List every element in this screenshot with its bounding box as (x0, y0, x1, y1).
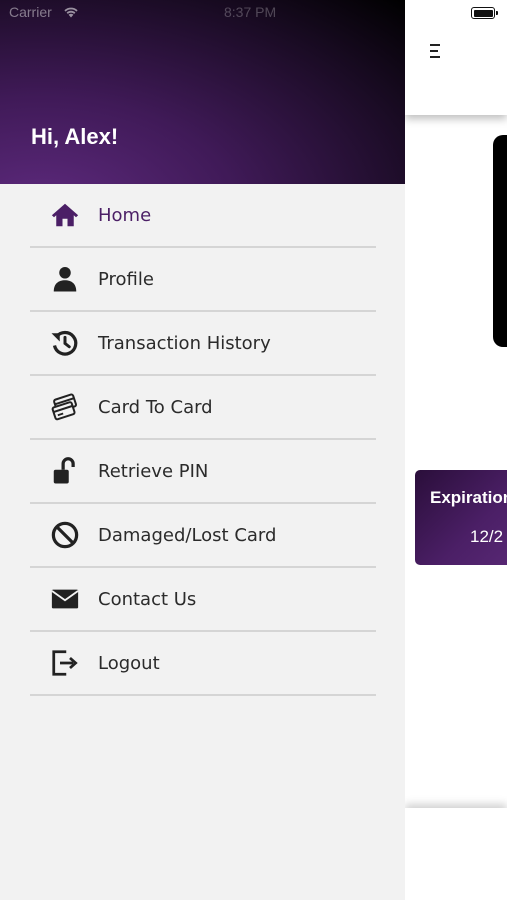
menu-label: Profile (98, 268, 154, 290)
greeting: Hi, Alex! (31, 124, 119, 149)
expiration-value: 12/2 (470, 527, 504, 546)
menu-label: Transaction History (98, 332, 271, 354)
menu-label: Damaged/Lost Card (98, 524, 277, 546)
drawer-header: Carrier 8:37 PM Hi, Alex! (0, 0, 405, 184)
wifi-icon (64, 7, 78, 18)
menu-item-damaged-lost-card[interactable]: Damaged/Lost Card (30, 504, 376, 568)
battery-icon (471, 7, 498, 19)
menu-label: Home (98, 204, 152, 226)
background-footer (405, 808, 507, 900)
background-header (405, 0, 507, 115)
menu-label: Contact Us (98, 588, 197, 610)
envelope-icon (48, 582, 82, 616)
status-time: 8:37 PM (224, 4, 277, 20)
side-drawer: Carrier 8:37 PM Hi, Alex! Home Profile T… (0, 0, 405, 900)
menu-item-home[interactable]: Home (30, 184, 376, 248)
expiration-panel: Expiration 12/2 (415, 470, 507, 565)
status-carrier: Carrier (9, 4, 52, 20)
logout-icon (48, 646, 82, 680)
menu-label: Logout (98, 652, 160, 674)
menu-label: Card To Card (98, 396, 213, 418)
drawer-menu: Home Profile Transaction History Card To… (30, 184, 376, 696)
history-icon (48, 326, 82, 360)
home-icon (48, 198, 82, 232)
menu-item-profile[interactable]: Profile (30, 248, 376, 312)
menu-item-transaction-history[interactable]: Transaction History (30, 312, 376, 376)
unlock-icon (48, 454, 82, 488)
menu-label: Retrieve PIN (98, 460, 209, 482)
expiration-label: Expiration (430, 488, 507, 507)
menu-item-retrieve-pin[interactable]: Retrieve PIN (30, 440, 376, 504)
background-screen: Expiration 12/2 (405, 0, 507, 900)
menu-item-logout[interactable]: Logout (30, 632, 376, 696)
user-icon (48, 262, 82, 296)
menu-item-card-to-card[interactable]: Card To Card (30, 376, 376, 440)
cards-icon (48, 390, 82, 424)
card-image (493, 135, 507, 347)
menu-item-contact-us[interactable]: Contact Us (30, 568, 376, 632)
menu-icon[interactable] (430, 44, 442, 60)
ban-icon (48, 518, 82, 552)
